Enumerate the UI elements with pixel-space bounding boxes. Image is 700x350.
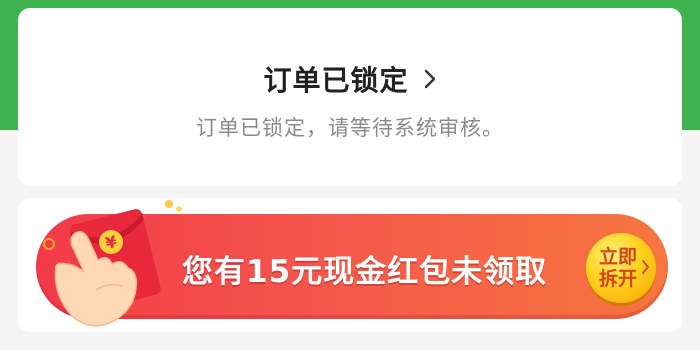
claim-button-line-2: 拆开 — [598, 268, 637, 290]
order-status-card: 订单已锁定 订单已锁定，请等待系统审核。 — [18, 8, 682, 186]
decor-dot-icon — [165, 200, 173, 208]
red-packet-banner[interactable]: 您有15元现金红包未领取 立即 拆开 — [36, 214, 668, 319]
claim-arrow-icon — [642, 260, 649, 274]
order-status-description: 订单已锁定，请等待系统审核。 — [196, 116, 504, 140]
open-red-packet-button[interactable]: 立即 拆开 — [586, 233, 656, 303]
chevron-right-icon — [424, 69, 435, 89]
red-packet-banner-text: 您有15元现金红包未领取 — [182, 254, 548, 290]
red-packet-promo-card: 您有15元现金红包未领取 立即 拆开 ¥ — [18, 198, 682, 332]
order-status-title: 订单已锁定 — [263, 64, 409, 97]
decor-dot-icon — [176, 206, 182, 212]
claim-button-line-1: 立即 — [598, 246, 637, 268]
order-status-link[interactable]: 订单已锁定 — [18, 56, 682, 102]
